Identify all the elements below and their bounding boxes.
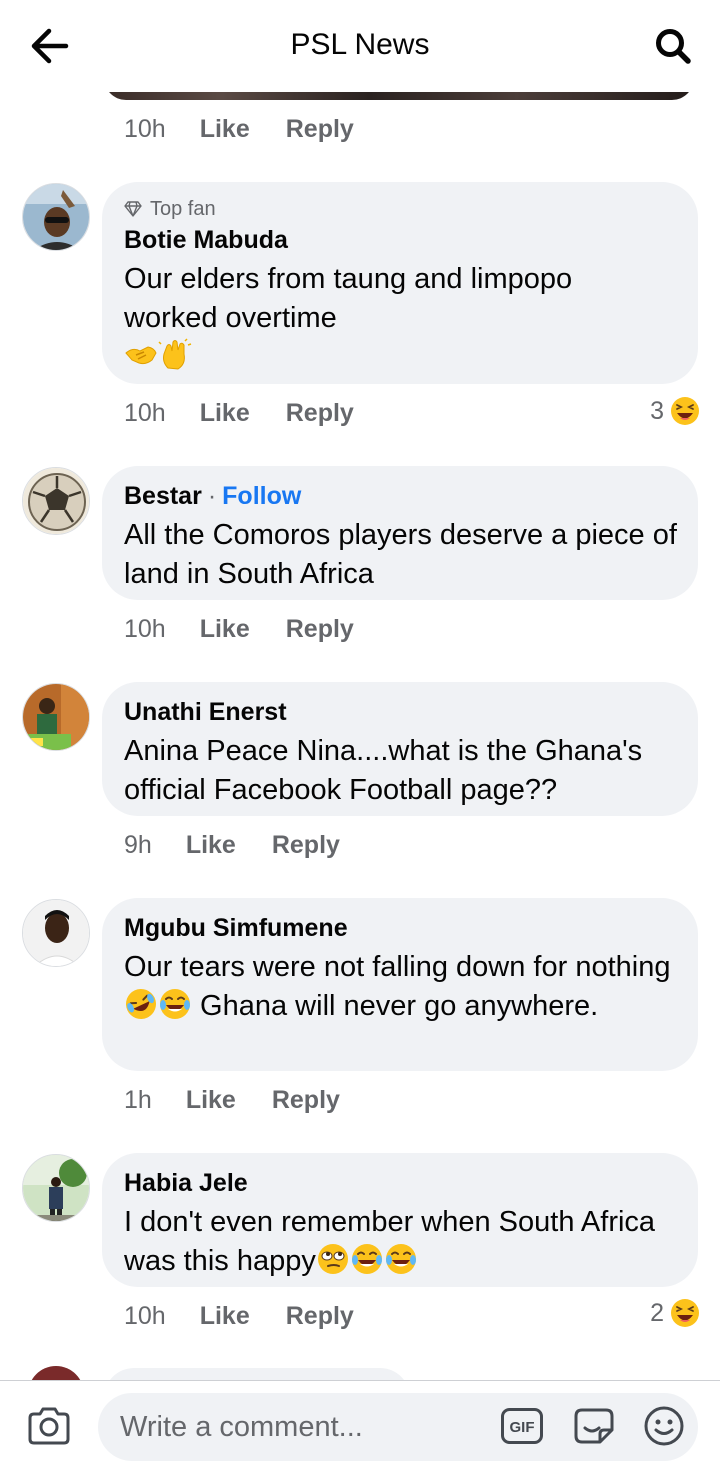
like-button[interactable]: Like bbox=[186, 1086, 236, 1115]
previous-comment-actions: 10h Like Reply bbox=[124, 113, 354, 145]
like-button[interactable]: Like bbox=[200, 399, 250, 428]
reply-button[interactable]: Reply bbox=[272, 831, 340, 860]
sticker-button[interactable] bbox=[570, 1403, 618, 1449]
avatar[interactable] bbox=[22, 467, 90, 535]
tears-of-joy-emoji bbox=[385, 1244, 416, 1274]
comment-composer: Write a comment... GIF bbox=[0, 1380, 720, 1472]
comment-bubble[interactable]: Top fan Botie Mabuda Our elders from tau… bbox=[102, 182, 698, 384]
page-title: PSL News bbox=[290, 28, 430, 61]
comment-time: 9h bbox=[124, 830, 152, 859]
comment-time: 10h bbox=[124, 1301, 166, 1330]
reaction-summary[interactable]: 3 bbox=[650, 394, 700, 428]
comment-text: All the Comoros players deserve a piece … bbox=[124, 519, 677, 590]
commenter-name[interactable]: Habia Jele bbox=[124, 1167, 676, 1199]
reply-button[interactable]: Reply bbox=[286, 1302, 354, 1331]
like-button[interactable]: Like bbox=[200, 1302, 250, 1331]
comment-time: 10h bbox=[124, 114, 166, 143]
comment-bubble[interactable]: Unathi Enerst Anina Peace Nina....what i… bbox=[102, 682, 698, 816]
reply-button[interactable]: Reply bbox=[286, 399, 354, 428]
laughing-emoji bbox=[671, 1299, 699, 1327]
comment-actions: 10h Like Reply bbox=[124, 613, 354, 645]
camera-button[interactable] bbox=[24, 1403, 74, 1449]
tears-of-joy-emoji bbox=[160, 989, 190, 1019]
avatar[interactable] bbox=[22, 683, 90, 751]
comment-actions: 1h Like Reply bbox=[124, 1084, 340, 1116]
search-icon bbox=[656, 29, 691, 64]
avatar[interactable] bbox=[22, 1154, 90, 1222]
commenter-name[interactable]: Botie Mabuda bbox=[124, 224, 676, 256]
smiley-icon bbox=[644, 1406, 684, 1446]
commenter-name[interactable]: Mgubu Simfumene bbox=[124, 912, 676, 944]
like-button[interactable]: Like bbox=[200, 115, 250, 144]
comment-input-placeholder: Write a comment... bbox=[120, 1410, 363, 1443]
comment-bubble[interactable]: Bestar · Follow All the Comoros players … bbox=[102, 466, 698, 600]
like-button[interactable]: Like bbox=[186, 831, 236, 860]
camera-icon bbox=[28, 1407, 70, 1445]
comment-text-part: Ghana will never go anywhere. bbox=[192, 990, 599, 1022]
tears-of-joy-emoji bbox=[351, 1244, 382, 1274]
commenter-name[interactable]: Bestar bbox=[124, 480, 202, 512]
rolling-eyes-emoji bbox=[317, 1244, 348, 1274]
comment-bubble[interactable]: Mgubu Simfumene Our tears were not falli… bbox=[102, 898, 698, 1071]
comment-text: Our elders from taung and limpopo worked… bbox=[124, 260, 644, 377]
comment-actions: 10h Like Reply bbox=[124, 1300, 354, 1332]
comment-text-part: Our tears were not falling down for noth… bbox=[124, 951, 671, 983]
reply-button[interactable]: Reply bbox=[272, 1086, 340, 1115]
avatar[interactable] bbox=[22, 899, 90, 967]
reply-button[interactable]: Reply bbox=[286, 615, 354, 644]
follow-button[interactable]: Follow bbox=[222, 480, 301, 512]
svg-text:GIF: GIF bbox=[510, 1419, 535, 1436]
comment-text: I don't even remember when South Africa … bbox=[124, 1203, 684, 1281]
comment-text: Our tears were not falling down for noth… bbox=[124, 948, 684, 1026]
sticker-icon bbox=[574, 1408, 614, 1444]
reaction-count: 2 bbox=[650, 1298, 664, 1327]
commenter-header: Bestar · Follow bbox=[124, 480, 676, 512]
comment-bubble[interactable]: Habia Jele I don't even remember when So… bbox=[102, 1153, 698, 1287]
search-button[interactable] bbox=[646, 22, 700, 70]
avatar[interactable] bbox=[22, 183, 90, 251]
top-fan-badge: Top fan bbox=[124, 196, 676, 222]
gif-button[interactable]: GIF bbox=[498, 1403, 546, 1449]
clapping-hands-emoji bbox=[158, 338, 192, 370]
comment-time: 10h bbox=[124, 398, 166, 427]
rolling-laughing-emoji bbox=[126, 989, 156, 1019]
laughing-emoji bbox=[671, 397, 699, 425]
comment-actions: 10h Like Reply bbox=[124, 397, 354, 429]
comment-time: 10h bbox=[124, 614, 166, 643]
comment-text: Anina Peace Nina....what is the Ghana's … bbox=[124, 735, 643, 806]
reaction-count: 3 bbox=[650, 396, 664, 425]
separator-dot: · bbox=[207, 482, 217, 510]
comment-text-content: Our elders from taung and limpopo worked… bbox=[124, 263, 573, 334]
comment-time: 1h bbox=[124, 1085, 152, 1114]
badge-label: Top fan bbox=[150, 197, 216, 220]
reaction-summary[interactable]: 2 bbox=[650, 1296, 700, 1330]
commenter-name[interactable]: Unathi Enerst bbox=[124, 696, 676, 728]
diamond-icon bbox=[124, 201, 142, 217]
comment-actions: 9h Like Reply bbox=[124, 829, 340, 861]
reply-button[interactable]: Reply bbox=[286, 115, 354, 144]
handshake-emoji bbox=[125, 346, 157, 365]
gif-icon: GIF bbox=[501, 1408, 543, 1444]
emoji-button[interactable] bbox=[640, 1403, 688, 1449]
like-button[interactable]: Like bbox=[200, 615, 250, 644]
top-app-bar: PSL News bbox=[0, 0, 720, 92]
